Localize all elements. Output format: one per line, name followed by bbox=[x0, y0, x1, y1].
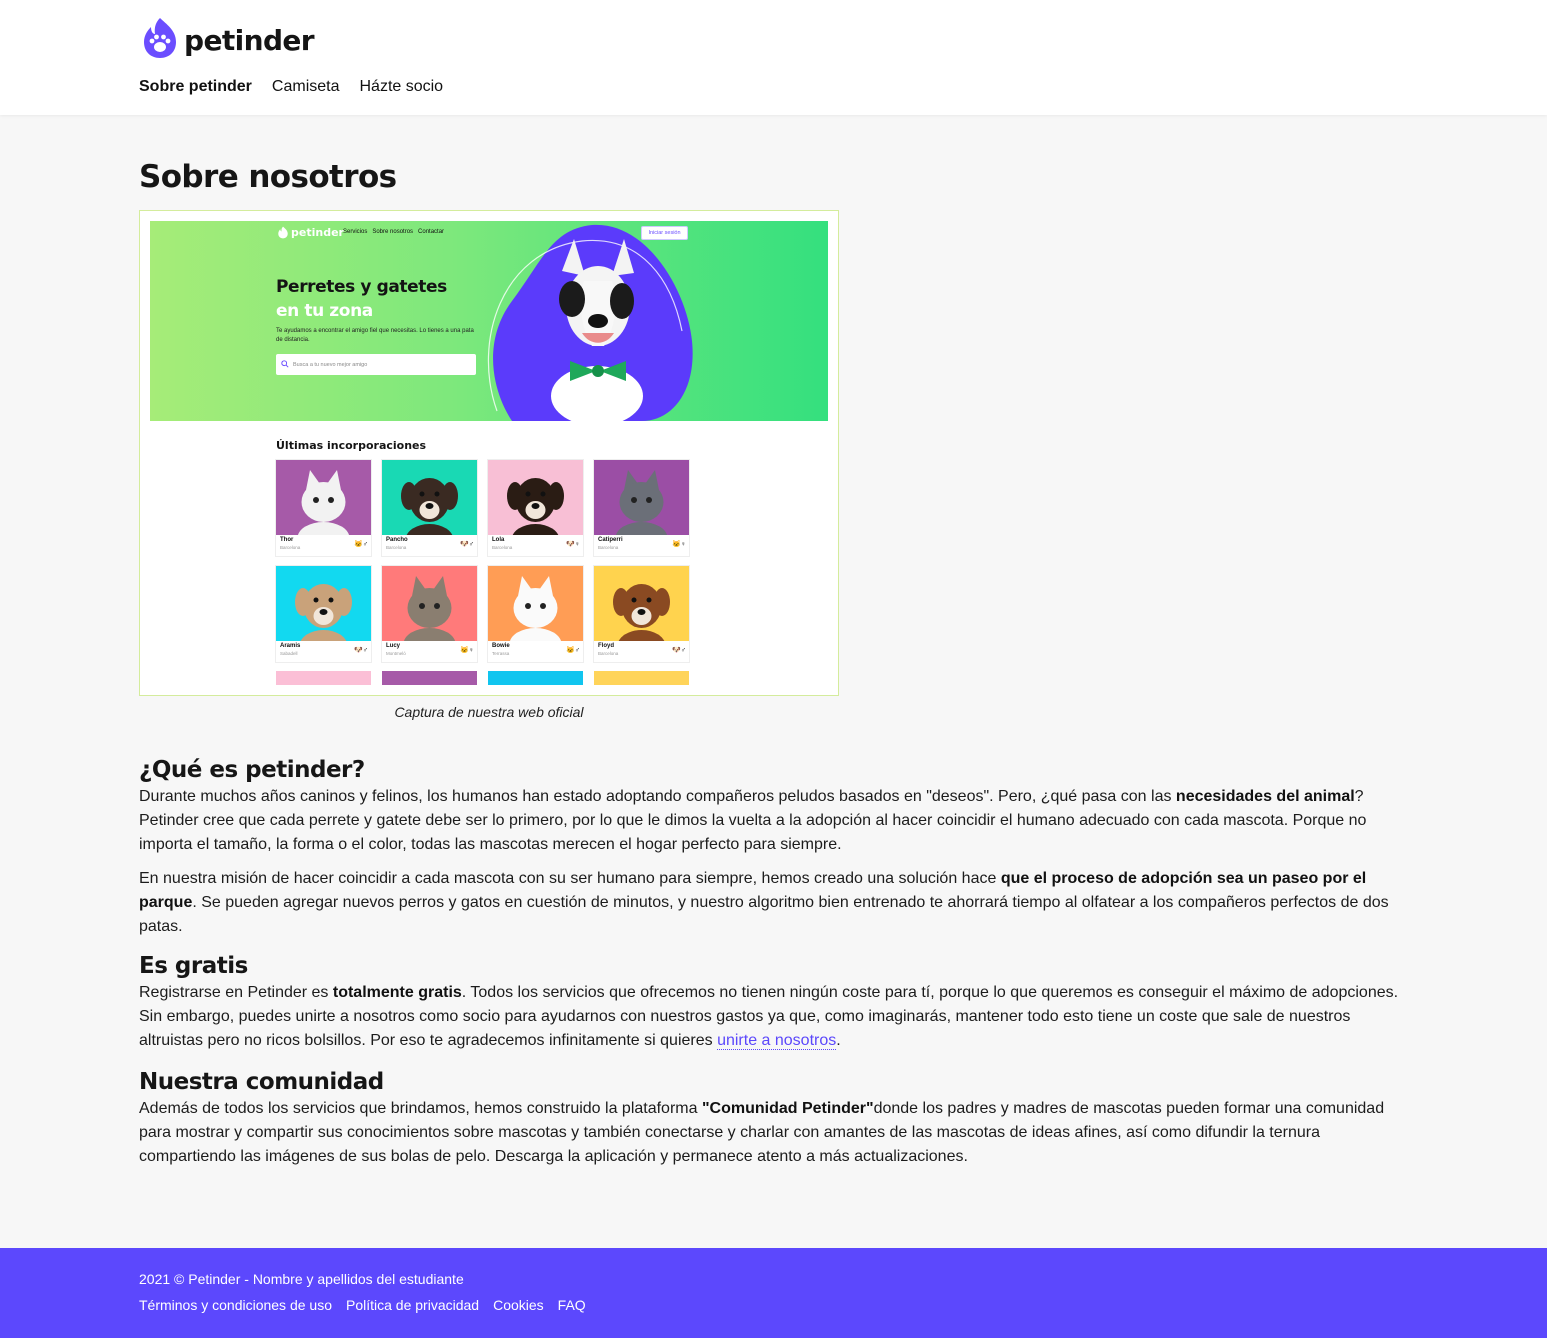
pet-name: Bowie bbox=[492, 643, 510, 649]
screenshot-nav-item: Sobre nosotros bbox=[372, 229, 414, 235]
pet-photo bbox=[382, 566, 477, 641]
pet-city: Barcelona bbox=[598, 651, 619, 656]
logo-text: petinder bbox=[184, 23, 315, 57]
screenshot-logo: petinder bbox=[277, 226, 344, 239]
pet-card: Catiperri Barcelona 🐱♀ bbox=[594, 460, 689, 556]
pet-city: Terrassa bbox=[492, 651, 510, 656]
pet-card: Floyd Barcelona 🐶♂ bbox=[594, 566, 689, 662]
join-us-link[interactable]: unirte a nosotros bbox=[717, 1032, 837, 1050]
footer-link-privacy[interactable]: Política de privacidad bbox=[346, 1297, 479, 1313]
screenshot-hero: petinder Servicios Sobre nosotros Contac… bbox=[150, 221, 828, 421]
pet-card: Bowie Terrassa 🐱♂ bbox=[488, 566, 583, 662]
screenshot-nav-item: Servicios bbox=[343, 229, 368, 235]
pet-card-partial bbox=[382, 671, 477, 685]
site-footer: 2021 © Petinder - Nombre y apellidos del… bbox=[0, 1248, 1547, 1338]
pet-city: Barcelona bbox=[492, 545, 513, 550]
screenshot-hero-subtitle: en tu zona bbox=[276, 301, 373, 321]
pet-name: Lucy bbox=[386, 643, 401, 649]
pet-card-partial bbox=[276, 671, 371, 685]
footer-link-terms[interactable]: Términos y condiciones de uso bbox=[139, 1297, 332, 1313]
pet-name: Floyd bbox=[598, 643, 614, 649]
screenshot-nav-item: Contactar bbox=[418, 229, 445, 235]
section-what-paragraph-2: En nuestra misión de hacer coincidir a c… bbox=[139, 870, 1389, 935]
nav-sobre-petinder[interactable]: Sobre petinder bbox=[139, 78, 252, 96]
footer-links: Términos y condiciones de uso Política d… bbox=[139, 1297, 586, 1313]
pet-name: Aramis bbox=[280, 643, 301, 649]
pet-city: Barcelona bbox=[598, 545, 619, 550]
pet-photo bbox=[488, 460, 583, 535]
dog-blob-illustration bbox=[487, 224, 693, 421]
pet-card: Aramis Sabadell 🐶♂ bbox=[276, 566, 371, 662]
screenshot-nav: Servicios Sobre nosotros Contactar bbox=[343, 229, 444, 235]
pet-photo bbox=[276, 566, 371, 641]
website-screenshot: petinder Servicios Sobre nosotros Contac… bbox=[139, 210, 839, 696]
page-title: Sobre nosotros bbox=[139, 159, 397, 195]
screenshot-hero-title: Perretes y gatetes bbox=[276, 277, 447, 297]
footer-link-faq[interactable]: FAQ bbox=[558, 1297, 586, 1313]
section-community-paragraph: Además de todos los servicios que brinda… bbox=[139, 1100, 1385, 1165]
pet-photo bbox=[594, 460, 689, 535]
section-title-what: ¿Qué es petinder? bbox=[139, 757, 365, 783]
pet-photo bbox=[488, 566, 583, 641]
section-what-paragraph-1: Durante muchos años caninos y felinos, l… bbox=[139, 788, 1367, 853]
pet-species-gender-icon: 🐱♀ bbox=[460, 647, 474, 654]
pet-card: Lucy Montmeló 🐱♀ bbox=[382, 566, 477, 662]
screenshot-caption: Captura de nuestra web oficial bbox=[394, 704, 584, 720]
footer-link-cookies[interactable]: Cookies bbox=[493, 1297, 544, 1313]
pet-species-gender-icon: 🐱♂ bbox=[566, 647, 580, 654]
pet-species-gender-icon: 🐶♂ bbox=[354, 647, 368, 654]
pet-city: Montmeló bbox=[386, 651, 406, 656]
section-free-paragraph: Registrarse en Petinder es totalmente gr… bbox=[139, 984, 1399, 1050]
pet-name: Thor bbox=[280, 537, 294, 543]
article-content: ¿Qué es petinder? Durante muchos años ca… bbox=[139, 755, 1409, 1169]
pet-species-gender-icon: 🐱♂ bbox=[354, 541, 368, 548]
pet-species-gender-icon: 🐶♂ bbox=[460, 541, 474, 548]
pet-name: Pancho bbox=[386, 537, 408, 543]
pet-photo bbox=[276, 460, 371, 535]
nav-hazte-socio[interactable]: Házte socio bbox=[359, 78, 443, 96]
nav-camiseta[interactable]: Camiseta bbox=[272, 78, 340, 96]
site-header: petinder Sobre petinder Camiseta Házte s… bbox=[0, 0, 1547, 115]
main-nav: Sobre petinder Camiseta Házte socio bbox=[139, 78, 443, 96]
screenshot-search-placeholder: Busca a tu nuevo mejor amigo bbox=[293, 361, 368, 368]
footer-copyright: 2021 © Petinder - Nombre y apellidos del… bbox=[139, 1271, 464, 1287]
screenshot-latest-title: Últimas incorporaciones bbox=[276, 439, 427, 452]
pet-name: Catiperri bbox=[598, 537, 623, 543]
pet-species-gender-icon: 🐱♀ bbox=[672, 541, 686, 548]
search-icon bbox=[281, 359, 289, 370]
pet-card: Thor Barcelona 🐱♂ bbox=[276, 460, 371, 556]
paw-flame-icon bbox=[140, 16, 180, 65]
pet-card: Pancho Barcelona 🐶♂ bbox=[382, 460, 477, 556]
pet-city: Barcelona bbox=[386, 545, 407, 550]
pet-name: Lola bbox=[492, 537, 505, 543]
pet-city: Sabadell bbox=[280, 651, 298, 656]
pet-card-partial bbox=[594, 671, 689, 685]
pet-species-gender-icon: 🐶♂ bbox=[672, 647, 686, 654]
pet-card-partial bbox=[488, 671, 583, 685]
screenshot-search: Busca a tu nuevo mejor amigo bbox=[276, 354, 476, 375]
pet-species-gender-icon: 🐶♀ bbox=[566, 541, 580, 548]
section-title-community: Nuestra comunidad bbox=[139, 1069, 384, 1095]
paw-flame-icon bbox=[278, 226, 288, 239]
pet-card: Lola Barcelona 🐶♀ bbox=[488, 460, 583, 556]
pet-city: Barcelona bbox=[280, 545, 301, 550]
section-title-free: Es gratis bbox=[139, 953, 248, 979]
pet-photo bbox=[594, 566, 689, 641]
screenshot-hero-description: Te ayudamos a encontrar el amigo fiel qu… bbox=[276, 328, 474, 343]
pet-photo bbox=[382, 460, 477, 535]
petinder-logo[interactable]: petinder bbox=[140, 16, 315, 65]
